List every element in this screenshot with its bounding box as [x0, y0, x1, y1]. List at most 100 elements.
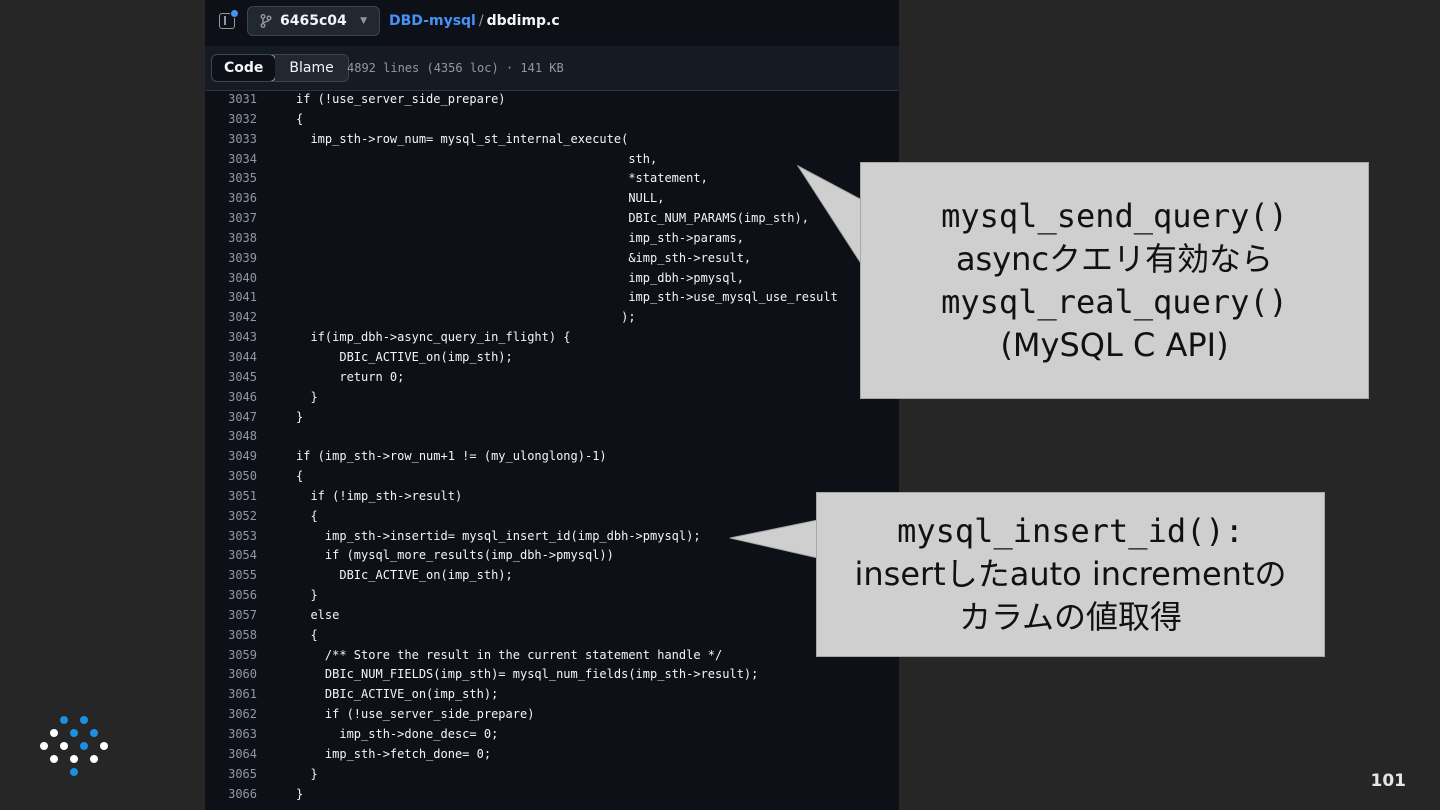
code-text: return 0; [296, 369, 405, 384]
callout-line: mysql_insert_id(): [897, 512, 1244, 550]
code-line: 3048 [205, 427, 899, 447]
line-number[interactable]: 3033 [205, 130, 257, 150]
code-text: if (!use_server_side_prepare) [296, 92, 506, 106]
code-line: 3040 imp_dbh->pmysql, [205, 269, 899, 289]
branch-selector-button[interactable]: 6465c04 ▼ [247, 6, 380, 36]
tab-blame[interactable]: Blame [275, 55, 348, 81]
code-text: if (mysql_more_results(imp_dbh->pmysql)) [296, 548, 614, 563]
line-number[interactable]: 3040 [205, 269, 257, 289]
git-branch-icon [260, 14, 272, 28]
line-number[interactable]: 3036 [205, 189, 257, 209]
code-line: 3054 if (mysql_more_results(imp_dbh->pmy… [205, 546, 899, 566]
code-text: *statement, [296, 171, 708, 186]
line-number[interactable]: 3062 [205, 705, 257, 725]
line-number[interactable]: 3039 [205, 249, 257, 269]
code-text: /** Store the result in the current stat… [296, 647, 723, 662]
line-number[interactable]: 3052 [205, 507, 257, 527]
line-number[interactable]: 3049 [205, 447, 257, 467]
line-number[interactable]: 3042 [205, 308, 257, 328]
code-line: 3050 { [205, 467, 899, 487]
view-mode-toggle: Code Blame [211, 54, 349, 82]
code-text: if (imp_sth->row_num+1 != (my_ulonglong)… [296, 449, 607, 464]
line-number[interactable]: 3065 [205, 765, 257, 785]
code-listing: 3031 if (!use_server_side_prepare) 3032 {30… [205, 90, 899, 804]
line-number[interactable]: 3035 [205, 169, 257, 189]
code-line: 3049 if (imp_sth->row_num+1 != (my_ulongl… [205, 447, 899, 467]
code-text: DBIc_NUM_PARAMS(imp_sth), [296, 211, 809, 226]
code-line: 3038 imp_sth->params, [205, 229, 899, 249]
line-number[interactable]: 3060 [205, 665, 257, 685]
file-stats: 4892 lines (4356 loc) · 141 KB [347, 61, 564, 75]
line-number[interactable]: 3063 [205, 725, 257, 745]
line-number[interactable]: 3055 [205, 566, 257, 586]
code-text: { [296, 627, 318, 642]
code-line: 3044 DBIc_ACTIVE_on(imp_sth); [205, 348, 899, 368]
line-number[interactable]: 3059 [205, 646, 257, 666]
code-text: } [296, 409, 304, 424]
line-number[interactable]: 3048 [205, 427, 257, 447]
code-text: } [296, 588, 318, 603]
line-number[interactable]: 3031 [205, 90, 257, 110]
tab-code[interactable]: Code [211, 55, 277, 81]
code-text: if (!imp_sth->result) [296, 488, 463, 503]
line-number[interactable]: 3037 [205, 209, 257, 229]
notification-dot [230, 9, 239, 18]
line-number[interactable]: 3064 [205, 745, 257, 765]
line-number[interactable]: 3034 [205, 150, 257, 170]
code-text: { [296, 111, 304, 126]
line-number[interactable]: 3044 [205, 348, 257, 368]
code-text: DBIc_NUM_FIELDS(imp_sth)= mysql_num_fiel… [296, 667, 759, 682]
code-text: imp_sth->fetch_done= 0; [296, 746, 492, 761]
callout-line: insertしたauto incrementの [854, 555, 1287, 593]
sidebar-toggle-icon[interactable] [219, 9, 239, 29]
code-text: &imp_sth->result, [296, 250, 752, 265]
code-line: 3060 DBIc_NUM_FIELDS(imp_sth)= mysql_num… [205, 665, 899, 685]
code-text: if(imp_dbh->async_query_in_flight) { [296, 330, 571, 345]
code-text: } [296, 389, 318, 404]
line-number[interactable]: 3053 [205, 527, 257, 547]
line-number[interactable]: 3032 [205, 110, 257, 130]
line-number[interactable]: 3047 [205, 408, 257, 428]
code-line: 3056 } [205, 586, 899, 606]
file-header: 6465c04 ▼ DBD-mysql / dbdimp.c [205, 0, 899, 47]
line-number[interactable]: 3057 [205, 606, 257, 626]
line-number[interactable]: 3046 [205, 388, 257, 408]
line-number[interactable]: 3043 [205, 328, 257, 348]
code-text: else [296, 607, 340, 622]
line-number[interactable]: 3054 [205, 546, 257, 566]
line-number[interactable]: 3056 [205, 586, 257, 606]
code-line: 3061 DBIc_ACTIVE_on(imp_sth); [205, 685, 899, 705]
code-text: NULL, [296, 191, 665, 206]
line-number[interactable]: 3058 [205, 626, 257, 646]
code-text: } [296, 786, 304, 801]
line-number[interactable]: 3038 [205, 229, 257, 249]
code-text: DBIc_ACTIVE_on(imp_sth); [296, 349, 513, 364]
code-line: 3047} [205, 408, 899, 428]
code-text: sth, [296, 151, 658, 166]
code-text: imp_sth->row_num= mysql_st_internal_exec… [296, 131, 629, 146]
code-viewer: 6465c04 ▼ DBD-mysql / dbdimp.c Code Blame … [205, 0, 899, 810]
code-line: 3059 /** Store the result in the current… [205, 646, 899, 666]
code-line: 3058 { [205, 626, 899, 646]
page-number: 101 [1370, 771, 1407, 791]
code-line: 3046 } [205, 388, 899, 408]
line-number[interactable]: 3045 [205, 368, 257, 388]
code-text: imp_sth->done_desc= 0; [296, 727, 499, 741]
line-number[interactable]: 3061 [205, 685, 257, 705]
callout-insert-id: mysql_insert_id(): insertしたauto increment… [816, 492, 1325, 657]
code-text: if (!use_server_side_prepare) [296, 707, 535, 722]
code-line: 3043 if(imp_dbh->async_query_in_flight) … [205, 328, 899, 348]
code-line: 3051 if (!imp_sth->result) [205, 487, 899, 507]
line-number[interactable]: 3051 [205, 487, 257, 507]
line-number[interactable]: 3050 [205, 467, 257, 487]
line-number[interactable]: 3041 [205, 288, 257, 308]
code-line: 3031 if (!use_server_side_prepare) [205, 90, 899, 110]
code-text: DBIc_ACTIVE_on(imp_sth); [296, 687, 499, 702]
code-text: imp_sth->use_mysql_use_result [296, 290, 838, 305]
breadcrumb-file: dbdimp.c [486, 13, 560, 29]
breadcrumb-repo-link[interactable]: DBD-mysql [389, 13, 476, 29]
line-number[interactable]: 3066 [205, 785, 257, 805]
code-text: { [296, 508, 318, 523]
code-line: 3052 { [205, 507, 899, 527]
file-toolbar: Code Blame 4892 lines (4356 loc) · 141 K… [205, 46, 899, 91]
